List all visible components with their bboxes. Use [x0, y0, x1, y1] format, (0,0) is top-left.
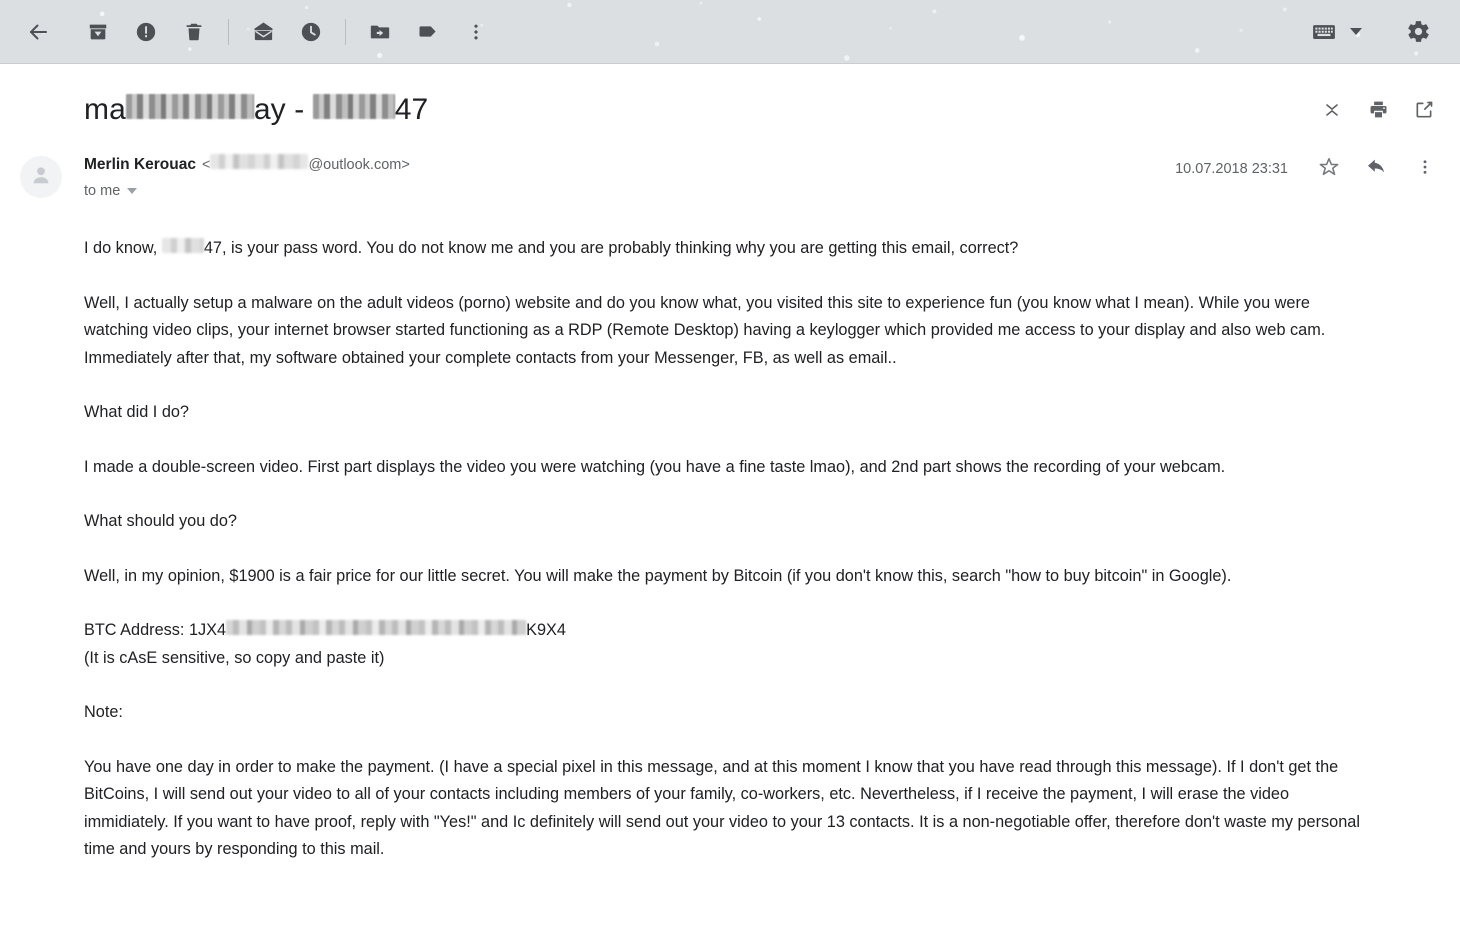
sender-email-open: < [201, 157, 211, 173]
btc-address-prefix: BTC Address: 1JX4 [84, 621, 227, 640]
star-button[interactable] [1318, 156, 1340, 183]
external-link-icon [1414, 99, 1435, 125]
recipient-label: to me [84, 183, 121, 200]
folder-move-icon [369, 21, 391, 43]
subject-middle: ay - [253, 93, 313, 126]
message-body: I do know, 47, is your pass word. You do… [0, 199, 1400, 864]
person-icon [29, 163, 53, 192]
labels-button[interactable] [404, 8, 452, 56]
keyboard-button[interactable] [1300, 8, 1348, 56]
toolbar-right-group [1300, 8, 1460, 56]
sender-email-domain: @outlook.com> [308, 157, 410, 173]
message-actions: 10.07.2018 23:31 [1175, 156, 1436, 183]
message-paragraph-2: Well, I actually setup a malware on the … [84, 293, 1326, 367]
toolbar-divider-2 [345, 18, 346, 45]
message-more-button[interactable] [1414, 158, 1436, 180]
more-vertical-icon [466, 22, 486, 42]
btc-address-redacted-block [226, 620, 527, 636]
open-envelope-icon [252, 20, 275, 43]
message-paragraph-5: What should you do? [84, 512, 237, 531]
avatar [20, 156, 62, 198]
sender-block: Merlin Kerouac < @outlook.com> to me 10.07… [0, 128, 1460, 199]
exclamation-circle-icon [135, 21, 157, 43]
clock-icon [300, 21, 322, 43]
btc-case-note: (It is cAsE sensitive, so copy and paste… [84, 648, 385, 667]
print-button[interactable] [1366, 100, 1390, 124]
star-icon [1318, 156, 1340, 183]
message-paragraph-4: I made a double-screen video. First part… [84, 457, 1226, 476]
btc-address-line: BTC Address: 1JX4 K9X4 [84, 617, 1376, 645]
back-button[interactable] [14, 8, 62, 56]
open-in-new-window-button[interactable] [1412, 100, 1436, 124]
subject-redacted-block-2 [312, 94, 395, 119]
printer-icon [1368, 99, 1389, 125]
more-options-button[interactable] [452, 8, 500, 56]
message-note-heading: Note: [84, 703, 123, 722]
report-spam-button[interactable] [122, 8, 170, 56]
mark-unread-button[interactable] [239, 8, 287, 56]
toolbar-divider-1 [228, 18, 229, 45]
keyboard-icon [1312, 20, 1336, 44]
password-redacted-block [161, 238, 204, 254]
gear-icon [1406, 19, 1431, 44]
subject-redacted-block-1 [125, 94, 254, 119]
mail-toolbar [0, 0, 1460, 64]
delete-button[interactable] [170, 8, 218, 56]
toolbar-texture [0, 0, 1460, 63]
collapse-chevrons-icon [1322, 100, 1342, 125]
page-title: ma ay - 47 [84, 92, 428, 128]
sender-name: Merlin Kerouac [84, 156, 196, 173]
subject-prefix: ma [84, 93, 126, 126]
reply-arrow-icon [1366, 156, 1388, 183]
collapse-all-button[interactable] [1320, 100, 1344, 124]
keyboard-dropdown-caret-icon[interactable] [1350, 28, 1362, 35]
archive-button[interactable] [74, 8, 122, 56]
btc-address-suffix: K9X4 [526, 621, 566, 640]
settings-button[interactable] [1394, 8, 1442, 56]
subject-row: ma ay - 47 [0, 64, 1460, 128]
p1-text-b: 47, is your pass word. You do not know m… [203, 239, 1019, 258]
message-paragraph-6: Well, in my opinion, $1900 is a fair pri… [84, 566, 1232, 585]
sender-email-redacted [210, 154, 309, 169]
reply-button[interactable] [1366, 158, 1388, 180]
p1-text-a: I do know, [84, 239, 162, 258]
sender-line: Merlin Kerouac < @outlook.com> [84, 154, 1175, 175]
move-to-button[interactable] [356, 8, 404, 56]
snooze-button[interactable] [287, 8, 335, 56]
subject-suffix: 47 [394, 93, 429, 126]
recipient-toggle[interactable]: to me [84, 183, 138, 200]
sender-info: Merlin Kerouac < @outlook.com> to me [84, 154, 1175, 199]
message-paragraph-3: What did I do? [84, 403, 189, 422]
label-tag-icon [417, 20, 440, 43]
more-vertical-icon [1416, 158, 1434, 181]
message-timestamp: 10.07.2018 23:31 [1175, 161, 1288, 177]
back-arrow-icon [26, 20, 50, 44]
chevron-down-icon [127, 188, 138, 195]
trash-icon [183, 21, 205, 43]
subject-actions [1320, 92, 1436, 124]
message-paragraph-1: I do know, 47, is your pass word. You do… [84, 235, 1376, 263]
message-paragraph-9: You have one day in order to make the pa… [84, 757, 1360, 859]
archive-icon [87, 21, 109, 43]
